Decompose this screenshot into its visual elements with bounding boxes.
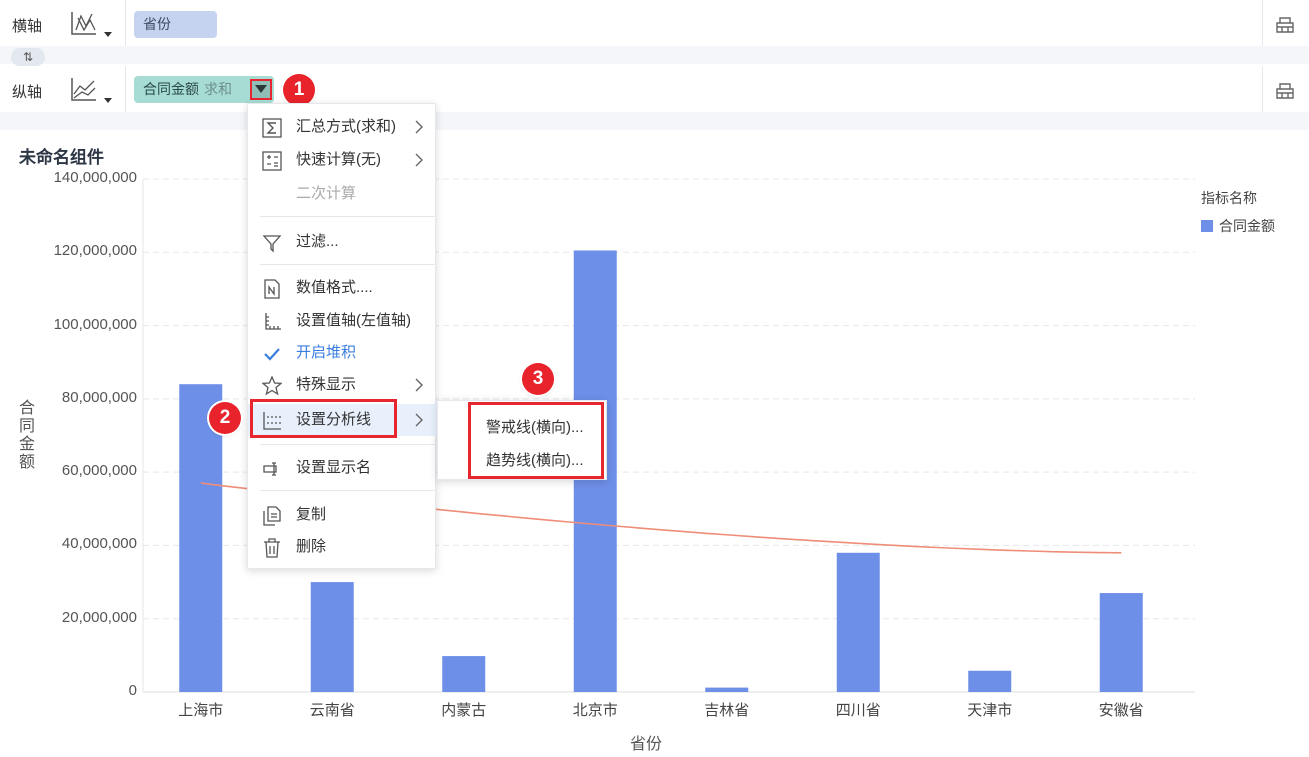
menu-item-label: 过滤... xyxy=(296,233,339,250)
bar-chart-dropdown-icon[interactable] xyxy=(70,10,114,38)
check-icon xyxy=(264,348,280,361)
y-tick-label: 60,000,000 xyxy=(61,462,137,480)
star-icon xyxy=(262,376,282,396)
rename-icon xyxy=(263,462,277,476)
field-dropdown-button[interactable] xyxy=(250,79,272,100)
menu-item-filter[interactable]: 过滤... xyxy=(248,227,437,257)
separator xyxy=(125,0,126,46)
y-tick-label: 140,000,000 xyxy=(53,169,137,186)
x-tick-label: 吉林省 xyxy=(704,702,750,719)
y-tick-label: 0 xyxy=(128,682,137,699)
chevron-right-icon xyxy=(415,120,423,134)
menu-item-label: 删除 xyxy=(296,538,327,555)
legend-swatch xyxy=(1201,220,1213,232)
chevron-right-icon xyxy=(415,153,423,167)
step-badge-3: 3 xyxy=(522,363,554,395)
menu-separator xyxy=(260,490,436,491)
x-axis-title: 省份 xyxy=(630,736,663,753)
x-tick-label: 云南省 xyxy=(309,702,355,719)
y-tick-label: 80,000,000 xyxy=(61,388,137,406)
y-tick-label: 20,000,000 xyxy=(61,608,137,626)
y-field-agg: 求和 xyxy=(204,81,232,97)
y-tick-label: 100,000,000 xyxy=(53,315,137,333)
chevron-right-icon xyxy=(415,413,423,427)
separator xyxy=(1262,66,1263,112)
menu-item-label: 设置值轴(左值轴) xyxy=(296,312,411,329)
bar[interactable] xyxy=(705,687,749,692)
menu-item-label: 复制 xyxy=(296,506,327,523)
y-axis-title: 合同金额 xyxy=(18,400,35,471)
field-context-menu: 汇总方式(求和) 快速计算(无) 二次计算 过滤... 数值格式.... 设置值… xyxy=(247,103,437,569)
x-field-pill[interactable]: 省份 xyxy=(134,11,217,38)
tray-icon[interactable] xyxy=(1274,13,1296,35)
menu-separator xyxy=(260,444,436,445)
menu-item-label: 汇总方式(求和) xyxy=(296,118,396,135)
separator xyxy=(1262,0,1263,46)
filter-icon xyxy=(262,235,282,253)
menu-item-label: 快速计算(无) xyxy=(296,151,381,168)
menu-separator xyxy=(260,264,436,265)
menu-item-number-format[interactable]: 数值格式.... xyxy=(248,273,437,303)
menu-item-label: 特殊显示 xyxy=(296,376,357,393)
tray-icon[interactable] xyxy=(1274,79,1296,101)
y-tick-label: 40,000,000 xyxy=(61,535,137,553)
x-tick-label: 内蒙古 xyxy=(441,702,487,719)
bar[interactable] xyxy=(968,670,1012,692)
menu-item-stacking[interactable]: 开启堆积 xyxy=(248,338,437,368)
menu-item-secondary-calc: 二次计算 xyxy=(248,179,437,209)
row-divider xyxy=(0,112,1309,130)
y-tick-label: 120,000,000 xyxy=(53,242,137,260)
x-tick-label: 北京市 xyxy=(572,702,618,719)
x-axis-label: 横轴 xyxy=(12,18,43,35)
menu-item-aggregation[interactable]: 汇总方式(求和) xyxy=(248,112,437,142)
sigma-icon xyxy=(262,118,282,138)
row-divider xyxy=(0,46,1309,64)
step-badge-2: 2 xyxy=(209,402,241,434)
x-tick-label: 天津市 xyxy=(967,702,1013,719)
calculator-icon xyxy=(262,151,282,171)
menu-item-special-display[interactable]: 特殊显示 xyxy=(248,370,437,400)
y-field-name: 合同金额 xyxy=(143,81,199,97)
highlight-box-submenu xyxy=(468,402,604,479)
menu-item-label: 开启堆积 xyxy=(296,344,357,361)
swap-axes-button[interactable]: ⇅ xyxy=(11,48,45,66)
legend-title: 指标名称 xyxy=(1201,190,1257,206)
step-badge-1: 1 xyxy=(283,74,315,106)
value-axis-icon xyxy=(265,313,281,330)
menu-item-label: 设置显示名 xyxy=(296,459,372,476)
x-tick-label: 安徽省 xyxy=(1098,702,1144,719)
x-tick-label: 上海市 xyxy=(178,702,224,719)
bar[interactable] xyxy=(442,656,486,692)
menu-separator xyxy=(260,216,436,217)
legend-item[interactable]: 合同金额 xyxy=(1201,216,1275,236)
widget-title: 未命名组件 xyxy=(19,148,104,167)
bar[interactable] xyxy=(310,582,354,692)
bar[interactable] xyxy=(1099,593,1143,692)
chevron-right-icon xyxy=(415,378,423,392)
caret-down-icon xyxy=(255,85,267,93)
y-axis-label: 纵轴 xyxy=(12,84,43,101)
copy-icon xyxy=(263,506,281,526)
separator xyxy=(125,66,126,112)
trash-icon xyxy=(264,538,280,558)
x-axis-row: 横轴 省份 xyxy=(0,0,1309,46)
bar[interactable] xyxy=(836,552,880,692)
number-format-icon xyxy=(264,279,280,299)
line-chart-dropdown-icon[interactable] xyxy=(70,76,114,104)
legend-item-label: 合同金额 xyxy=(1219,218,1275,234)
menu-item-label: 二次计算 xyxy=(296,185,357,202)
x-tick-label: 四川省 xyxy=(835,702,881,719)
menu-item-quick-calc[interactable]: 快速计算(无) xyxy=(248,145,437,175)
menu-item-copy[interactable]: 复制 xyxy=(248,500,437,530)
highlight-box-analysis-line xyxy=(250,399,397,438)
menu-item-label: 数值格式.... xyxy=(296,279,373,296)
menu-item-rename[interactable]: 设置显示名 xyxy=(248,453,437,483)
menu-item-value-axis[interactable]: 设置值轴(左值轴) xyxy=(248,306,437,336)
menu-item-delete[interactable]: 删除 xyxy=(248,532,437,562)
